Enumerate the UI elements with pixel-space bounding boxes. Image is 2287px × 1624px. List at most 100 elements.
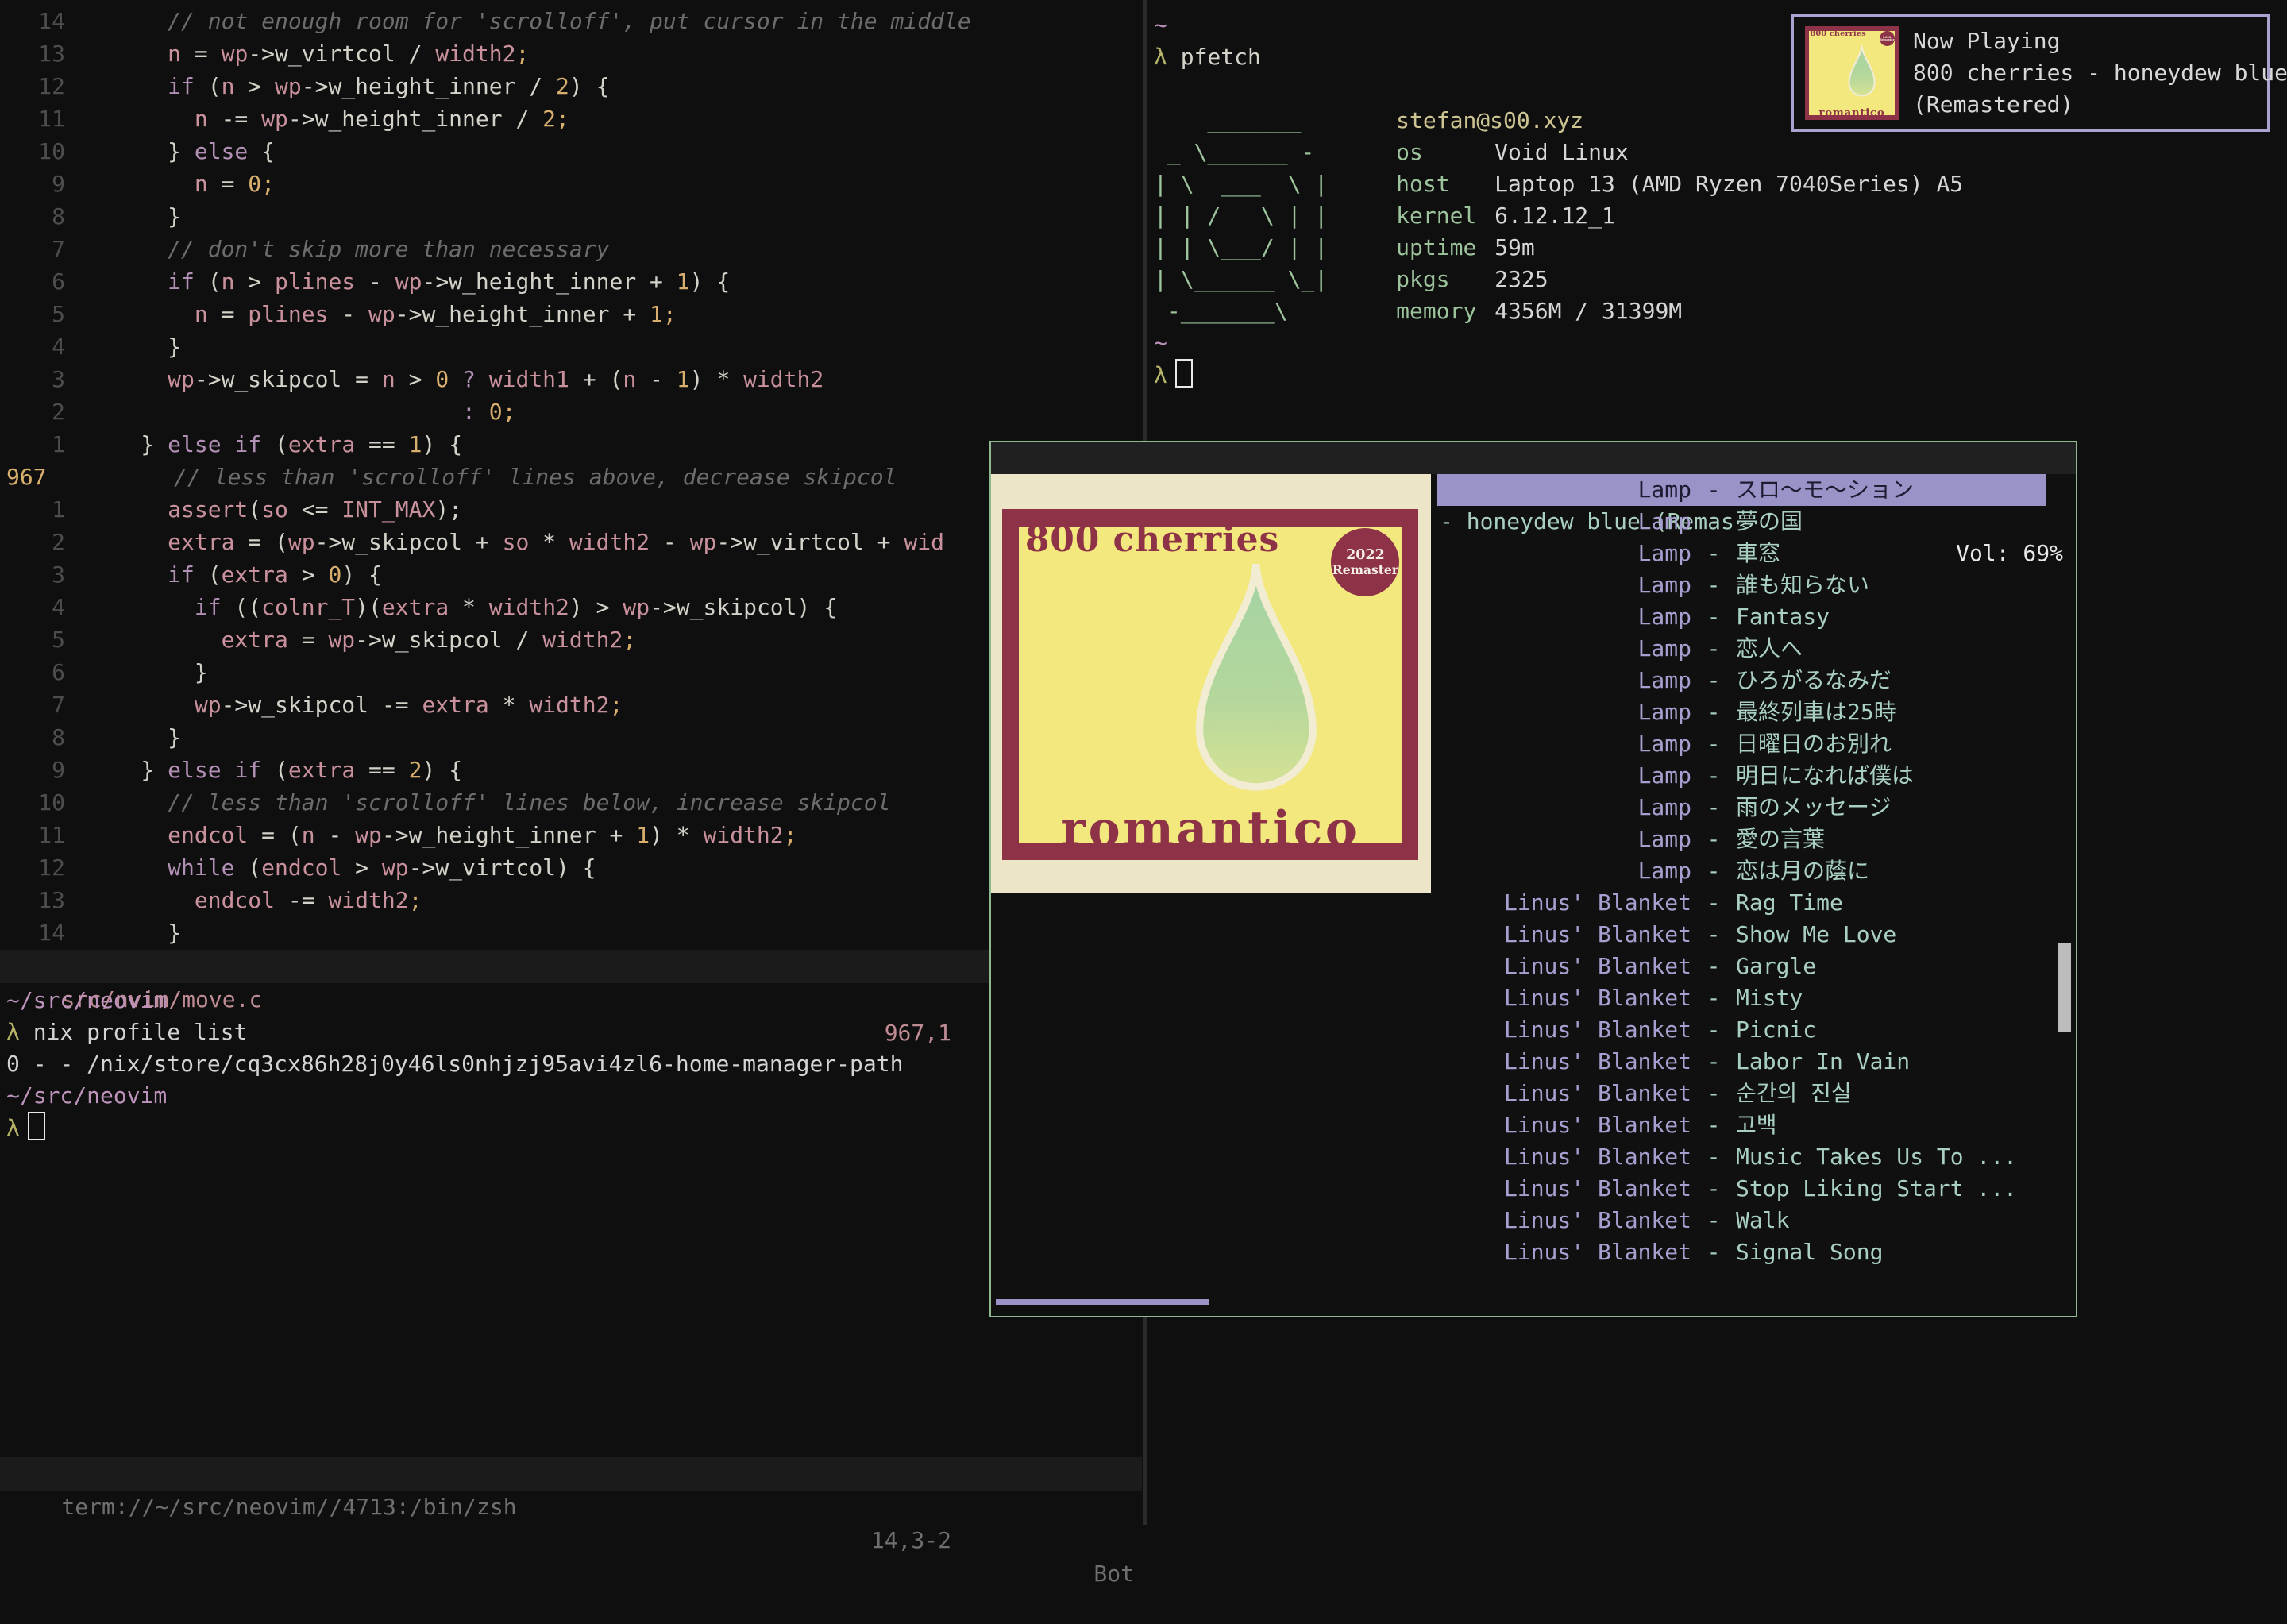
editor-line[interactable]: 7 // don't skip more than necessary [0, 233, 1144, 265]
track-title: Misty [1736, 982, 2046, 1014]
editor-line[interactable]: 967 // less than 'scrolloff' lines above… [0, 461, 1144, 493]
playlist-row[interactable]: Linus' Blanket-Gargle [1437, 951, 2046, 982]
editor-line[interactable]: 9 } else if (extra == 2) { [0, 754, 1144, 786]
playlist-row[interactable]: Lamp-恋人へ [1437, 633, 2046, 665]
editor-line[interactable]: 4 } [0, 330, 1144, 363]
editor-line[interactable]: 5 extra = wp->w_skipcol / width2; [0, 623, 1144, 656]
playlist-row[interactable]: Lamp-夢の国 [1437, 506, 2046, 538]
editor-line[interactable]: 6 } [0, 656, 1144, 689]
pfetch-info-row: hostLaptop 13 (AMD Ryzen 7040Series) A5 [1396, 168, 1963, 200]
playlist-scrollbar-thumb[interactable] [2058, 943, 2071, 1032]
line-number: 14 [0, 5, 65, 37]
track-separator: - [1691, 633, 1736, 665]
playlist-row[interactable]: Lamp-日曜日のお別れ [1437, 728, 2046, 760]
code-text: // don't skip more than necessary [87, 233, 609, 265]
editor-line[interactable]: 1 assert(so <= INT_MAX); [0, 493, 1144, 526]
playlist-row[interactable]: Lamp-ひろがるなみだ [1437, 665, 2046, 696]
playlist-row[interactable]: Linus' Blanket-Music Takes Us To ... [1437, 1141, 2046, 1173]
code-text: n = 0; [87, 168, 275, 200]
playlist-row[interactable]: Linus' Blanket-Misty [1437, 982, 2046, 1014]
editor-line[interactable]: 13 endcol -= width2; [0, 884, 1144, 916]
editor-line[interactable]: 13 n = wp->w_virtcol / width2; [0, 37, 1144, 70]
editor-line[interactable]: 5 n = plines - wp->w_height_inner + 1; [0, 298, 1144, 330]
track-title: Picnic [1736, 1014, 2046, 1046]
playback-progress-bar[interactable] [996, 1299, 1209, 1305]
playlist-row[interactable]: Linus' Blanket-고백 [1437, 1109, 2046, 1141]
playlist-row[interactable]: Lamp-雨のメッセージ [1437, 792, 2046, 824]
playlist-row[interactable]: Linus' Blanket-Walk [1437, 1205, 2046, 1236]
playlist-row[interactable]: Lamp-明日になれば僕は [1437, 760, 2046, 792]
editor-line[interactable]: 8 } [0, 200, 1144, 233]
editor-lines: 14 // not enough room for 'scrolloff', p… [0, 5, 1144, 949]
embedded-terminal[interactable]: ~/src/neovimλ nix profile list0 - - /nix… [6, 985, 1142, 1144]
player-titlebar[interactable]: [Playing] herries - honeydew blue (Remas… [991, 442, 2076, 474]
editor-line[interactable]: 3 wp->w_skipcol = n > 0 ? width1 + (n - … [0, 363, 1144, 395]
playlist-row[interactable]: Linus' Blanket-Labor In Vain [1437, 1046, 2046, 1078]
line-number: 1 [0, 428, 65, 461]
line-number: 9 [0, 754, 65, 786]
code-text: if ((colnr_T)(extra * width2) > wp->w_sk… [87, 591, 837, 623]
playlist-row[interactable]: Linus' Blanket-Signal Song [1437, 1236, 2046, 1268]
editor-line[interactable]: 6 if (n > plines - wp->w_height_inner + … [0, 265, 1144, 298]
pfetch-output: _______ _ \______ - | \ ___ \ | | | / \ … [1154, 105, 1963, 327]
track-separator: - [1691, 824, 1736, 855]
editor-line[interactable]: 12 while (endcol > wp->w_virtcol) { [0, 851, 1144, 884]
track-title: Fantasy [1736, 601, 2046, 633]
editor-area[interactable]: 14 // not enough room for 'scrolloff', p… [0, 0, 1144, 950]
playlist-row[interactable]: Lamp-誰も知らない [1437, 569, 2046, 601]
notification-title: Now Playing [1913, 25, 2287, 57]
playlist-row[interactable]: Lamp-愛の言葉 [1437, 824, 2046, 855]
track-title: Signal Song [1736, 1236, 2046, 1268]
editor-line[interactable]: 12 if (n > wp->w_height_inner / 2) { [0, 70, 1144, 102]
editor-line[interactable]: 14 // not enough room for 'scrolloff', p… [0, 5, 1144, 37]
playlist-row[interactable]: Lamp-スロ〜モ〜ション [1437, 474, 2046, 506]
code-text: wp->w_skipcol -= extra * width2; [87, 689, 623, 721]
editor-line[interactable]: 2 extra = (wp->w_skipcol + so * width2 -… [0, 526, 1144, 558]
nvim-left-pane[interactable]: 14 // not enough room for 'scrolloff', p… [0, 0, 1144, 1525]
editor-line[interactable]: 10 // less than 'scrolloff' lines below,… [0, 786, 1144, 819]
shell-row[interactable]: λ [6, 1112, 1142, 1144]
shell-row: 0 - - /nix/store/cq3cx86h28j0y46ls0nhjzj… [6, 1048, 1142, 1080]
code-text: endcol -= width2; [87, 884, 422, 916]
editor-line[interactable]: 8 } [0, 721, 1144, 754]
editor-line[interactable]: 11 endcol = (n - wp->w_height_inner + 1)… [0, 819, 1144, 851]
playlist-row[interactable]: Lamp-Fantasy [1437, 601, 2046, 633]
playlist[interactable]: Lamp-スロ〜モ〜ションLamp-夢の国Lamp-車窓Lamp-誰も知らないL… [1437, 474, 2046, 1268]
track-separator: - [1691, 1078, 1736, 1109]
album-art-panel: 800 cherries 2022 Remaster romantico [991, 474, 1431, 893]
line-number: 10 [0, 786, 65, 819]
prompt-dir: ~ [1154, 327, 1963, 359]
track-separator: - [1691, 982, 1736, 1014]
playlist-row[interactable]: Linus' Blanket-Picnic [1437, 1014, 2046, 1046]
playlist-row[interactable]: Linus' Blanket-Rag Time [1437, 887, 2046, 919]
track-artist: Lamp [1437, 569, 1691, 601]
playlist-row[interactable]: Lamp-車窓 [1437, 538, 2046, 569]
remaster-badge: 2022 Remaster [1880, 31, 1895, 46]
track-title: 恋は月の蔭に [1736, 855, 2046, 887]
editor-line[interactable]: 2 : 0; [0, 395, 1144, 428]
editor-line[interactable]: 9 n = 0; [0, 168, 1144, 200]
playlist-row[interactable]: Lamp-最終列車は25時 [1437, 696, 2046, 728]
editor-line[interactable]: 10 } else { [0, 135, 1144, 168]
editor-line[interactable]: 14 } [0, 916, 1144, 949]
shell-prompt-row[interactable]: λ [1154, 359, 1963, 391]
playlist-row[interactable]: Linus' Blanket-Show Me Love [1437, 919, 2046, 951]
now-playing-notification[interactable]: 800 cherries 2022 Remaster romantico Now… [1791, 14, 2270, 132]
track-artist: Lamp [1437, 728, 1691, 760]
editor-line[interactable]: 11 n -= wp->w_height_inner / 2; [0, 102, 1144, 135]
lambda-prompt: λ [1154, 362, 1167, 388]
playlist-row[interactable]: Linus' Blanket-Stop Liking Start ... [1437, 1173, 2046, 1205]
track-artist: Linus' Blanket [1437, 1141, 1691, 1173]
terminal-scroll-pos: Bot [1093, 1557, 1134, 1591]
code-text: while (endcol > wp->w_virtcol) { [87, 851, 596, 884]
editor-line[interactable]: 3 if (extra > 0) { [0, 558, 1144, 591]
editor-line[interactable]: 4 if ((colnr_T)(extra * width2) > wp->w_… [0, 591, 1144, 623]
playlist-row[interactable]: Linus' Blanket-순간의 진실 [1437, 1078, 2046, 1109]
track-title: 誰も知らない [1736, 569, 2046, 601]
track-artist: Lamp [1437, 696, 1691, 728]
track-separator: - [1691, 792, 1736, 824]
playlist-row[interactable]: Lamp-恋は月の蔭に [1437, 855, 2046, 887]
editor-line[interactable]: 7 wp->w_skipcol -= extra * width2; [0, 689, 1144, 721]
music-player-window[interactable]: [Playing] herries - honeydew blue (Remas… [989, 441, 2077, 1317]
editor-line[interactable]: 1 } else if (extra == 1) { [0, 428, 1144, 461]
